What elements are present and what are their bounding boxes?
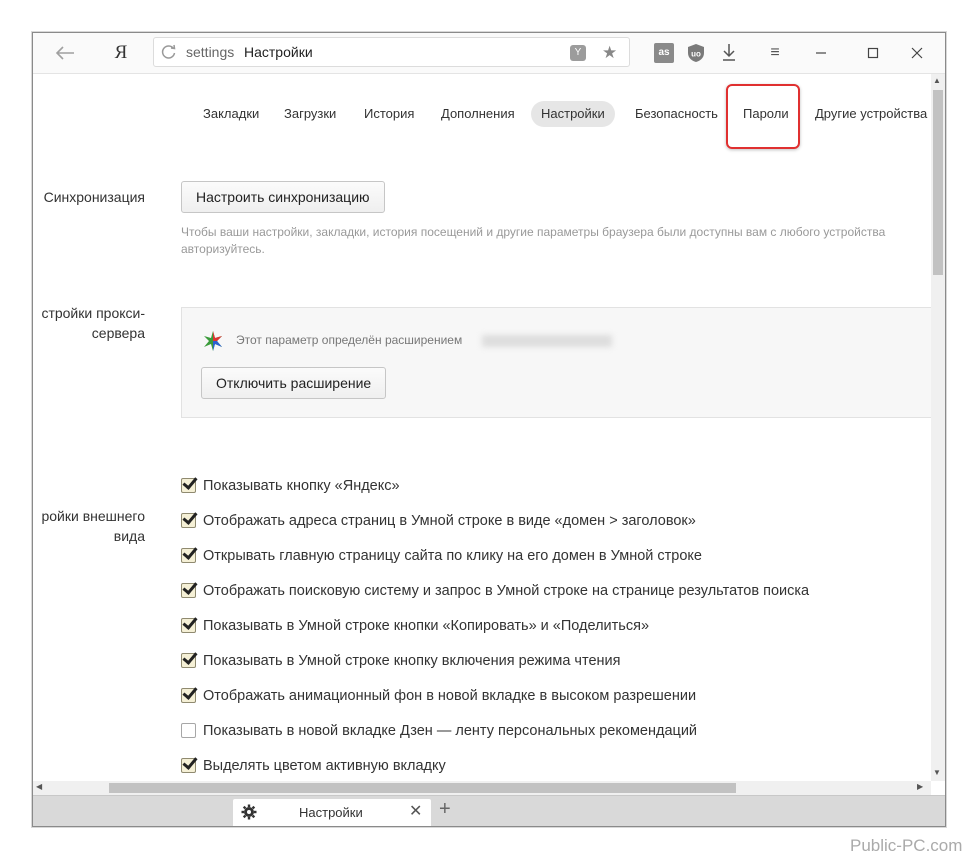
checkbox[interactable] [181,548,196,563]
option-label: Показывать в новой вкладке Дзен — ленту … [203,723,698,739]
tab-downloads[interactable]: Загрузки [274,101,346,127]
settings-page: Закладки Загрузки История Дополнения Нас… [33,74,931,781]
vertical-scroll-thumb[interactable] [933,90,943,275]
horizontal-scroll-thumb[interactable] [109,783,736,793]
close-icon [911,47,923,59]
proxy-label-line-1: стройки прокси- [41,305,145,321]
url-title: Настройки [244,44,313,60]
option-label: Отображать поисковую систему и запрос в … [203,583,810,599]
minimize-button[interactable] [809,39,833,67]
checkbox[interactable] [181,758,196,773]
url-protocol: settings [186,44,235,60]
protect-icon[interactable]: Y [570,45,586,61]
scroll-left-arrow-icon[interactable]: ◀ [36,782,42,791]
back-button[interactable] [51,39,79,67]
tab-extensions[interactable]: Дополнения [431,101,525,127]
checkbox[interactable] [181,513,196,528]
new-tab-button[interactable]: + [439,798,451,821]
yandex-button[interactable]: Я [109,39,133,67]
proxy-label-line-2: сервера [91,325,145,341]
close-tab-icon[interactable]: ✕ [409,801,422,821]
watermark: Public-PC.com [850,836,963,855]
tab-strip: Настройки ✕ + [33,795,945,826]
option-label: Отображать анимационный фон в новой вкла… [203,688,697,704]
ublock-extension-icon[interactable]: uo [686,43,706,63]
checkbox[interactable] [181,618,196,633]
checkbox[interactable] [181,583,196,598]
tab-history[interactable]: История [354,101,424,127]
tab-bookmarks[interactable]: Закладки [193,101,269,127]
setup-sync-button[interactable]: Настроить синхронизацию [181,181,385,213]
browser-toolbar: Я settings Настройки Y ★ as uo ≡ [33,33,945,74]
sync-section-label: Синхронизация [43,189,145,205]
scroll-down-arrow-icon[interactable]: ▼ [933,768,941,777]
maximize-icon [867,47,879,59]
tab-security[interactable]: Безопасность [625,101,728,127]
bookmark-star-icon[interactable]: ★ [602,43,617,63]
minimize-icon [816,52,826,54]
checkbox[interactable] [181,653,196,668]
sync-hint: Чтобы ваши настройки, закладки, история … [181,224,931,258]
option-label: Отображать адреса страниц в Умной строке… [203,513,696,529]
checkbox[interactable] [181,723,196,738]
browser-tab-settings[interactable]: Настройки ✕ [233,799,431,826]
arrow-left-icon [55,46,74,60]
browser-window: Я settings Настройки Y ★ as uo ≡ Закладк… [32,32,946,827]
proxy-extension-text: Этот параметр определён расширением [236,333,463,347]
option-label: Открывать главную страницу сайта по клик… [203,548,702,564]
lastfm-extension-icon[interactable]: as [654,43,674,63]
reload-icon[interactable] [160,43,178,61]
option-label: Показывать кнопку «Яндекс» [203,478,400,494]
checkbox[interactable] [181,688,196,703]
option-label: Показывать в Умной строке кнопки «Копиро… [203,618,650,634]
appearance-label-line-2: вида [113,528,145,544]
appearance-label-line-1: ройки внешнего [41,508,145,524]
disable-extension-button[interactable]: Отключить расширение [201,367,387,399]
scroll-up-arrow-icon[interactable]: ▲ [933,76,941,85]
option-label: Выделять цветом активную вкладку [203,758,446,774]
sync-hint-line-2: авторизуйтесь. [181,242,265,256]
menu-button[interactable]: ≡ [763,39,787,67]
gear-icon [241,804,257,820]
tab-settings[interactable]: Настройки [531,101,615,127]
option-label: Показывать в Умной строке кнопку включен… [203,653,621,669]
svg-text:uo: uo [691,50,701,59]
tab-title: Настройки [299,805,363,820]
smart-address-bar[interactable]: settings Настройки Y ★ [153,37,630,67]
passwords-highlight-box [726,84,800,149]
checkbox[interactable] [181,478,196,493]
extension-star-icon [204,331,222,351]
download-icon[interactable] [719,43,739,63]
sync-hint-line-1: Чтобы ваши настройки, закладки, история … [181,225,886,239]
proxy-extension-panel: Этот параметр определён расширением Откл… [181,307,931,418]
scroll-right-arrow-icon[interactable]: ▶ [917,782,923,791]
tab-other-devices[interactable]: Другие устройства [805,101,931,127]
blurred-extension-name [482,335,612,347]
appearance-section-label: ройки внешнего вида [41,506,145,546]
proxy-section-label: стройки прокси- сервера [41,303,145,343]
vertical-scrollbar[interactable]: ▲ ▼ [931,74,945,781]
horizontal-scrollbar[interactable]: ◀ ▶ [33,781,931,795]
maximize-button[interactable] [861,39,885,67]
close-window-button[interactable] [905,39,929,67]
